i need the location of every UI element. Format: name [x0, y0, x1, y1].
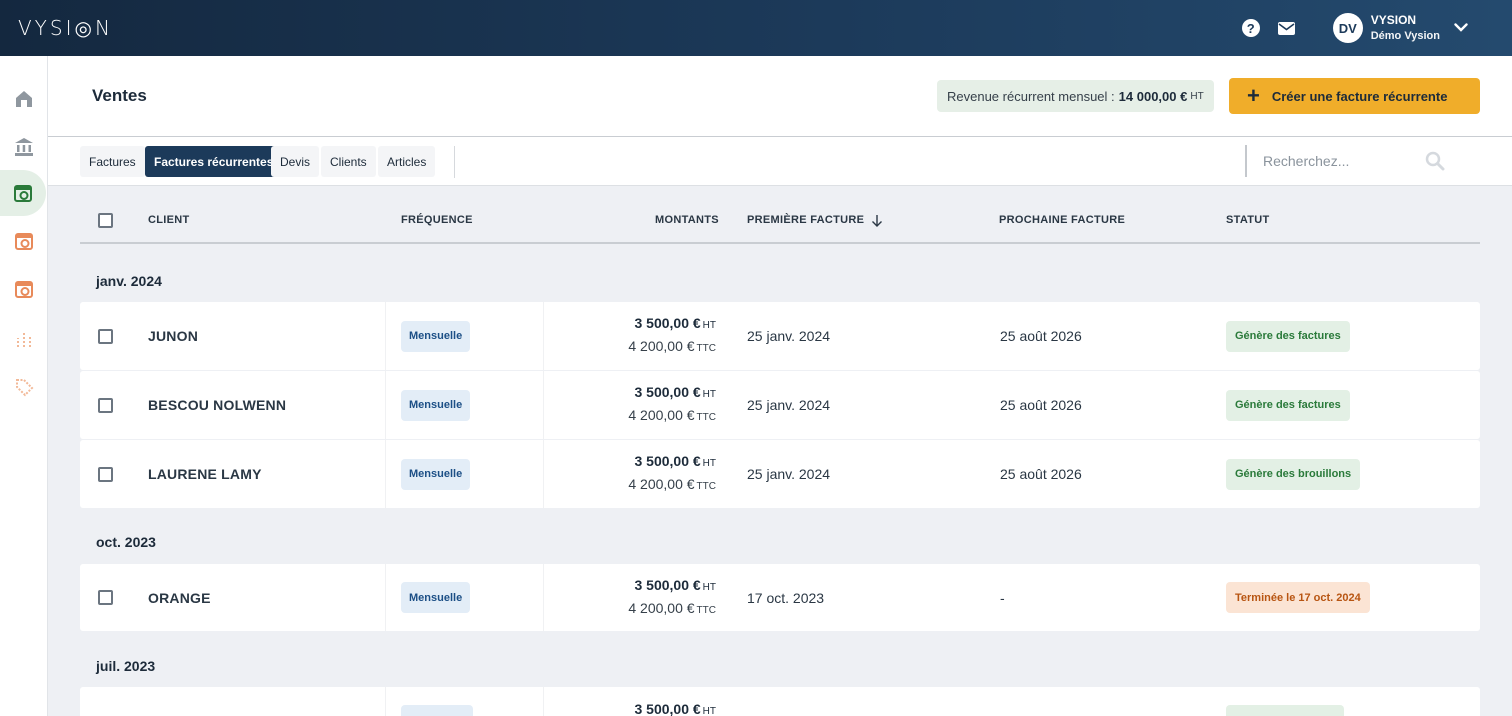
frequency-badge: Mensuelle [401, 371, 471, 439]
status-badge: Terminée le 17 oct. 2024 [1226, 564, 1370, 631]
amounts: 3 500,00 € HT [634, 701, 716, 716]
amount-ht: 3 500,00 € [634, 576, 701, 593]
sidebar [0, 56, 48, 716]
column-next-invoice[interactable]: PROCHAINE FACTURE [999, 196, 1125, 244]
first-invoice-date: 25 janv. 2024 [747, 397, 831, 413]
table-row[interactable]: LAURENE LAMY Mensuelle 3 500,00 € HT 4 20… [80, 440, 1480, 508]
avatar[interactable]: DV [1332, 13, 1363, 43]
first-invoice-date: 25 janv. 2024 [747, 328, 831, 344]
next-invoice-date: 25 août 2026 [1000, 397, 1082, 413]
row-checkbox[interactable] [98, 440, 113, 508]
client-name: ORANGE [148, 589, 211, 606]
frequency-badge: Mensuelle [401, 302, 471, 370]
next-invoice-date: 25 août 2026 [1000, 328, 1082, 344]
tabs-divider [454, 146, 455, 178]
tab-factures-recurrentes[interactable]: Factures récurrentes [145, 146, 283, 177]
tabs-bar: Factures Factures récurrentes Devis Clie… [48, 136, 1512, 186]
vysion-logo[interactable]: VYSI◎N [18, 16, 113, 40]
plus-icon: + [1247, 83, 1260, 108]
user-org: Démo Vysion [1370, 30, 1440, 42]
tab-articles[interactable]: Articles [378, 146, 436, 177]
amounts: 3 500,00 € HT 4 200,00 € TTC [628, 315, 716, 354]
search-input[interactable] [1247, 153, 1417, 169]
amount-ttc: 4 200,00 € [628, 407, 695, 423]
first-invoice-date: 17 oct. 2023 [747, 589, 825, 606]
revenue-unit: HT [1190, 90, 1204, 102]
mail-icon[interactable] [1277, 18, 1297, 38]
user-name: VYSION [1370, 13, 1417, 27]
amount-ttc: 4 200,00 € [628, 599, 695, 616]
table-row[interactable]: 3 500,00 € HT [80, 687, 1480, 716]
client-name: JUNON [148, 328, 199, 344]
tab-factures[interactable]: Factures [80, 146, 145, 177]
column-frequency[interactable]: FRÉQUENCE [401, 196, 473, 244]
table-row[interactable]: JUNON Mensuelle 3 500,00 € HT 4 200,00 € T… [80, 302, 1480, 370]
bank-icon[interactable] [0, 124, 48, 170]
table-header: CLIENT FRÉQUENCE MONTANTS PREMIÈRE FACTU… [80, 196, 1480, 244]
status-badge [1226, 705, 1344, 716]
status-badge: Génère des factures [1226, 302, 1350, 370]
frequency-badge [401, 705, 473, 716]
create-recurring-invoice-button[interactable]: + Créer une facture récurrente [1229, 78, 1480, 114]
invoice-alt-icon[interactable] [0, 266, 48, 312]
amount-ht: 3 500,00 € [634, 453, 701, 469]
invoice-recurring-icon[interactable] [0, 170, 46, 216]
revenue-label: Revenue récurrent mensuel : [947, 88, 1115, 104]
row-checkbox[interactable] [98, 564, 113, 631]
search-icon[interactable] [1425, 151, 1445, 176]
table-row[interactable]: BESCOU NOLWENN Mensuelle 3 500,00 € HT 4 … [80, 371, 1480, 439]
group-label: janv. 2024 [96, 273, 162, 289]
column-first-invoice[interactable]: PREMIÈRE FACTURE [747, 196, 883, 244]
page-header: Ventes Revenue récurrent mensuel : 14 00… [48, 56, 1512, 136]
table-row[interactable]: ORANGE Mensuelle 3 500,00 € HT 4 200,00 €… [80, 564, 1480, 631]
chevron-down-icon[interactable] [1454, 19, 1468, 37]
frequency-badge: Mensuelle [401, 564, 471, 631]
amount-ht: 3 500,00 € [634, 384, 701, 400]
chart-icon[interactable] [0, 316, 48, 362]
search-box [1245, 145, 1455, 177]
question-icon[interactable]: ? [1241, 18, 1261, 38]
select-all-checkbox[interactable] [98, 196, 113, 244]
row-checkbox[interactable] [98, 302, 113, 370]
user-info[interactable]: VYSION Démo Vysion [1371, 12, 1440, 44]
amounts: 3 500,00 € HT 4 200,00 € TTC [628, 453, 716, 492]
column-status[interactable]: STATUT [1226, 196, 1270, 244]
create-button-label: Créer une facture récurrente [1271, 88, 1448, 104]
frequency-badge: Mensuelle [401, 440, 471, 508]
next-invoice-date: - [1000, 589, 1005, 606]
sort-arrow-down-icon [871, 214, 883, 227]
client-name: LAURENE LAMY [148, 466, 262, 482]
invoice-icon[interactable] [0, 218, 48, 264]
column-client[interactable]: CLIENT [148, 196, 190, 244]
top-bar: VYSI◎N ? DV VYSION Démo Vysion [0, 0, 1512, 56]
column-amounts[interactable]: MONTANTS [655, 196, 719, 244]
status-badge: Génère des factures [1226, 371, 1350, 439]
revenue-badge: Revenue récurrent mensuel : 14 000,00 € … [937, 80, 1214, 112]
first-invoice-date: 25 janv. 2024 [747, 466, 831, 482]
revenue-value: 14 000,00 € [1118, 88, 1188, 104]
topbar-actions: ? DV VYSION Démo Vysion [1225, 12, 1494, 44]
amount-ttc: 4 200,00 € [628, 338, 695, 354]
tab-devis[interactable]: Devis [271, 146, 320, 177]
group-label: juil. 2023 [96, 658, 156, 674]
home-icon[interactable] [0, 76, 48, 122]
client-name: BESCOU NOLWENN [148, 397, 287, 413]
status-badge: Génère des brouillons [1226, 440, 1361, 508]
group-label: oct. 2023 [96, 534, 156, 550]
row-checkbox[interactable] [98, 371, 113, 439]
tab-clients[interactable]: Clients [321, 146, 376, 177]
page-title: Ventes [92, 86, 147, 105]
amount-ht: 3 500,00 € [634, 701, 701, 716]
amount-ttc: 4 200,00 € [628, 476, 695, 492]
tag-icon[interactable] [0, 364, 48, 410]
next-invoice-date: 25 août 2026 [1000, 466, 1082, 482]
amount-ht: 3 500,00 € [634, 315, 701, 331]
amounts: 3 500,00 € HT 4 200,00 € TTC [628, 576, 716, 616]
amounts: 3 500,00 € HT 4 200,00 € TTC [628, 384, 716, 423]
column-first-invoice-label: PREMIÈRE FACTURE [747, 214, 865, 226]
